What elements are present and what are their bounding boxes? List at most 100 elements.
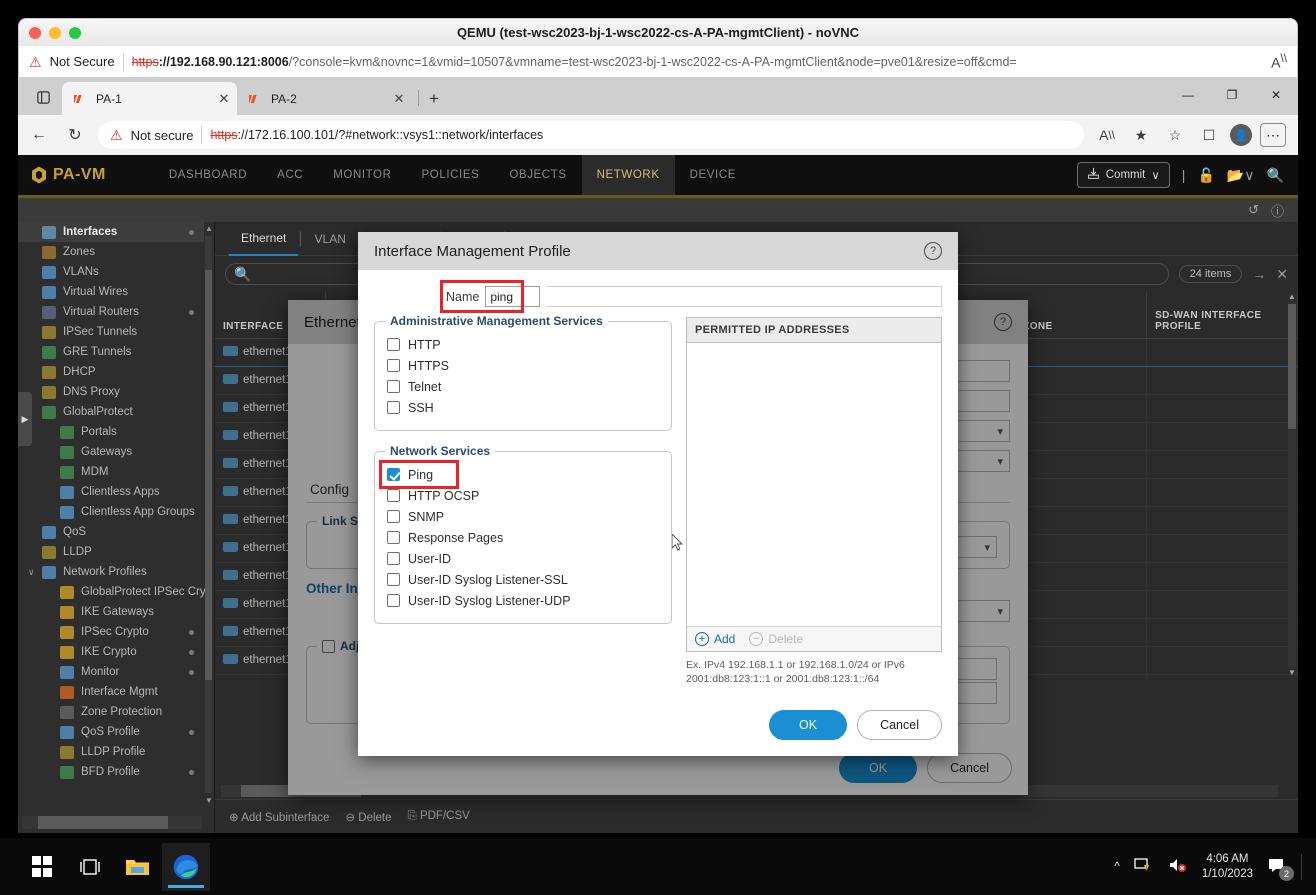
profile-name-field-extension[interactable] (546, 286, 942, 307)
sidebar-item-gre-tunnels[interactable]: GRE Tunnels (18, 342, 204, 362)
network-service-user-id-syslog-listener-udp[interactable]: User-ID Syslog Listener-UDP (387, 590, 659, 611)
sidebar-item-dhcp[interactable]: DHCP (18, 362, 204, 382)
search-icon[interactable]: 🔍 (1267, 167, 1284, 184)
sidebar-item-interfaces[interactable]: Interfaces (18, 222, 204, 242)
chevron-down-icon[interactable]: ∨ (28, 567, 35, 578)
sidebar-item-interface-mgmt[interactable]: Interface Mgmt (18, 682, 204, 702)
nav-policies[interactable]: POLICIES (407, 155, 495, 195)
file-explorer-icon[interactable] (114, 843, 162, 891)
commit-button[interactable]: Commit ∨ (1076, 162, 1170, 188)
microsoft-edge-icon[interactable] (162, 842, 210, 891)
sidebar-item-globalprotect-ipsec-cry[interactable]: GlobalProtect IPSec Cry (18, 582, 206, 602)
browser-url-text[interactable]: https://172.16.100.101/?#network::vsys1:… (210, 128, 1072, 142)
permitted-ip-list[interactable] (687, 343, 941, 626)
notifications-icon[interactable]: 2 (1267, 857, 1294, 881)
show-hidden-icons-chevron[interactable]: ^ (1114, 861, 1119, 873)
scrollbar-thumb[interactable] (205, 270, 212, 680)
checkbox[interactable] (387, 489, 400, 502)
nav-dashboard[interactable]: DASHBOARD (154, 155, 262, 195)
tab-vlan[interactable]: VLAN (303, 222, 358, 256)
refresh-icon[interactable]: ↺ (1248, 202, 1259, 218)
checkbox[interactable] (387, 359, 400, 372)
sidebar-item-zone-protection[interactable]: Zone Protection (18, 702, 204, 722)
network-service-snmp[interactable]: SNMP (387, 506, 659, 527)
sidebar-item-qos[interactable]: QoS (18, 522, 204, 542)
new-tab-button[interactable]: + (429, 89, 439, 109)
column-header-sdwan-interface-profile[interactable]: SD-WAN INTERFACE PROFILE (1146, 292, 1298, 339)
sidebar-item-qos-profile[interactable]: QoS Profile (18, 722, 204, 742)
back-arrow-icon[interactable]: ← (26, 122, 52, 148)
sidebar-item-clientless-app-groups[interactable]: Clientless App Groups (18, 502, 204, 522)
sidebar-item-globalprotect[interactable]: GlobalProtect (18, 402, 204, 422)
admin-service-telnet[interactable]: Telnet (387, 376, 659, 397)
tab-ethernet[interactable]: Ethernet (229, 222, 299, 256)
minimize-window-button[interactable] (49, 26, 61, 39)
checkbox[interactable] (387, 552, 400, 565)
admin-service-ssh[interactable]: SSH (387, 397, 659, 418)
sidebar-item-lldp[interactable]: LLDP (18, 542, 204, 562)
checkbox[interactable] (387, 401, 400, 414)
sidebar-item-lldp-profile[interactable]: LLDP Profile (18, 742, 204, 762)
sidebar-horizontal-scrollbar[interactable] (22, 816, 202, 829)
nav-device[interactable]: DEVICE (675, 155, 751, 195)
sidebar-item-ipsec-tunnels[interactable]: IPSec Tunnels (18, 322, 204, 342)
settings-and-more-icon[interactable]: ⋯ (1260, 123, 1286, 147)
tab-list-icon[interactable] (28, 82, 58, 112)
nav-monitor[interactable]: MONITOR (318, 155, 406, 195)
sidebar-item-gateways[interactable]: Gateways (18, 442, 204, 462)
address-bar[interactable]: ⚠ Not secure https://172.16.100.101/?#ne… (98, 121, 1084, 149)
checkbox[interactable] (387, 573, 400, 586)
scrollbar-thumb[interactable] (38, 816, 168, 829)
tab-config[interactable]: Config (310, 482, 349, 502)
next-page-arrow-icon[interactable]: → (1252, 266, 1266, 282)
sidebar-item-dns-proxy[interactable]: DNS Proxy (18, 382, 204, 402)
checkbox[interactable] (387, 338, 400, 351)
table-vertical-scrollbar[interactable]: ▲ ▼ (1288, 292, 1296, 677)
scroll-down-arrow[interactable]: ▼ (1288, 668, 1296, 677)
interface-management-profile-dialog[interactable]: Interface Management Profile ? Name ping… (358, 232, 958, 756)
minimize-button[interactable]: — (1166, 81, 1210, 109)
sidebar-item-network-profiles[interactable]: ∨ Network Profiles (18, 562, 204, 582)
maximize-window-button[interactable] (69, 26, 81, 39)
scrollbar-thumb[interactable] (1288, 304, 1296, 429)
nav-acc[interactable]: ACC (262, 155, 318, 195)
lock-icon[interactable]: 🔓 (1197, 167, 1214, 184)
sidebar-item-virtual-wires[interactable]: Virtual Wires (18, 282, 204, 302)
help-circle-icon[interactable]: ? (994, 313, 1012, 331)
checkbox[interactable] (387, 380, 400, 393)
network-warning-icon[interactable]: ! (1134, 857, 1154, 876)
imp-ok-button[interactable]: OK (769, 710, 848, 740)
delete-ip-button[interactable]: − Delete (749, 632, 803, 646)
read-aloud-icon[interactable]: A\\ (1094, 122, 1120, 148)
nav-objects[interactable]: OBJECTS (494, 155, 581, 195)
browser-tab-pa2[interactable]: PA-2 ✕ (237, 82, 412, 115)
network-service-http-ocsp[interactable]: HTTP OCSP (387, 485, 659, 506)
delete-button[interactable]: ⊖ Delete (345, 810, 391, 824)
profile-avatar[interactable]: 👤 (1230, 124, 1252, 146)
admin-service-https[interactable]: HTTPS (387, 355, 659, 376)
sidebar-item-virtual-routers[interactable]: Virtual Routers (18, 302, 204, 322)
sidebar-item-clientless-apps[interactable]: Clientless Apps (18, 482, 204, 502)
sidebar-item-bfd-profile[interactable]: BFD Profile (18, 762, 204, 782)
host-url-text[interactable]: https://192.168.90.121:8006/?console=kvm… (132, 55, 1258, 69)
maximize-button[interactable]: ❐ (1210, 81, 1254, 109)
task-view-icon[interactable] (66, 843, 114, 891)
scroll-up-arrow[interactable]: ▲ (205, 224, 213, 233)
scroll-down-arrow[interactable]: ▼ (205, 796, 213, 805)
network-service-response-pages[interactable]: Response Pages (387, 527, 659, 548)
add-favorite-icon[interactable]: ★ (1128, 122, 1154, 148)
adjust-tcp-mss-checkbox[interactable] (322, 639, 335, 653)
sidebar-item-zones[interactable]: Zones (18, 242, 204, 262)
admin-service-http[interactable]: HTTP (387, 334, 659, 355)
network-service-user-id[interactable]: User-ID (387, 548, 659, 569)
close-tab-button[interactable]: ✕ (217, 91, 231, 107)
pdf-csv-button[interactable]: ⎘ PDF/CSV (408, 810, 470, 823)
nav-network[interactable]: NETWORK (581, 155, 675, 195)
help-circle-icon[interactable]: ⓘ (1271, 201, 1284, 220)
network-service-ping[interactable]: Ping (387, 464, 659, 485)
scroll-up-arrow[interactable]: ▲ (1288, 292, 1296, 301)
window-traffic-lights[interactable] (29, 26, 81, 39)
sidebar-collapse-handle[interactable]: ▶ (18, 392, 32, 446)
browser-tab-pa1[interactable]: PA-1 ✕ (62, 82, 237, 115)
checkbox[interactable] (387, 594, 400, 607)
